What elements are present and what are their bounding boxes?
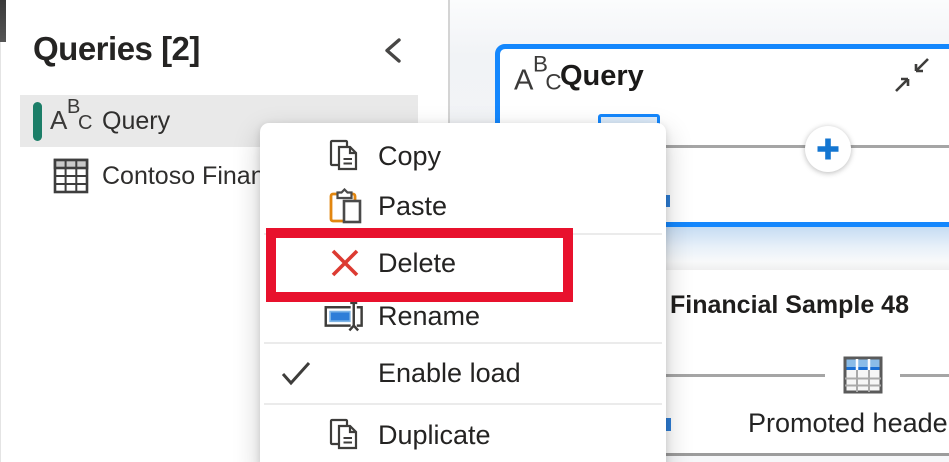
queries-panel-title: Queries [2] [33,30,200,67]
table-icon [53,158,89,194]
table-step-icon[interactable] [842,355,884,395]
collapse-arrows-icon [895,58,929,92]
financial-card-title: Financial Sample 48 [670,291,909,319]
delete-annotation-box [266,228,573,302]
abc-icon: ABC [50,96,93,135]
chevron-left-icon [385,38,401,63]
abc-icon: ABC [514,52,562,97]
plus-icon [817,138,839,160]
menu-item-paste[interactable]: Paste [260,181,666,231]
query-card-title: Query [560,60,644,92]
menu-item-label: Rename [378,300,481,331]
occluded-step-fragment [666,195,670,207]
menu-item-label: Enable load [378,357,521,388]
query-item-label: Query [102,107,171,135]
duplicate-icon [329,418,358,450]
power-query-diagram-view: Queries [2] ABC Query Contoso Financial … [0,0,949,462]
add-step-button[interactable] [805,126,851,172]
paste-icon [329,188,362,224]
menu-item-enable-load[interactable]: Enable load [260,345,666,401]
panel-left-edge [0,0,1,462]
occluded-step-fragment [666,418,671,431]
window-edge-fragment [0,0,6,42]
selection-accent-bar [33,102,42,141]
menu-separator [264,403,662,405]
menu-item-duplicate[interactable]: Duplicate [260,407,666,462]
rename-icon [324,301,363,332]
collapse-card-button[interactable] [892,55,932,95]
menu-item-label: Duplicate [378,419,491,450]
checkmark-icon [281,361,311,386]
copy-icon [329,139,358,171]
step-label: Promoted headers [748,408,949,438]
step-connector-line [900,374,949,377]
menu-separator [264,342,662,344]
menu-item-label: Copy [378,140,442,171]
menu-item-label: Paste [378,190,448,221]
collapse-panel-button[interactable] [381,37,407,65]
menu-item-copy[interactable]: Copy [260,131,666,181]
